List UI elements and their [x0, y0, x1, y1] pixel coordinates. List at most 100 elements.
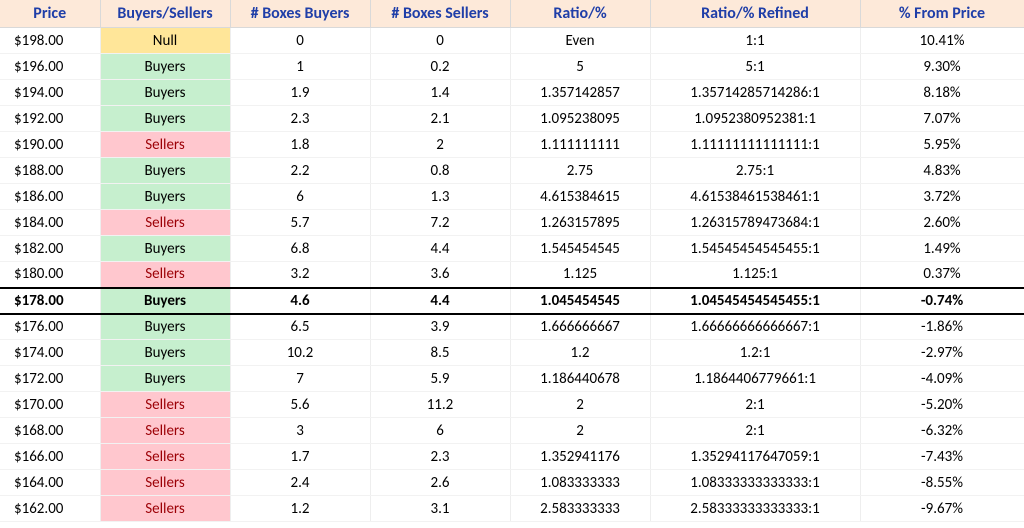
- table-row[interactable]: $162.00Sellers1.23.12.5833333332.5833333…: [0, 496, 1024, 522]
- col-ratio-refined[interactable]: Ratio/% Refined: [650, 0, 860, 28]
- cell-from-price[interactable]: -0.74%: [860, 288, 1024, 314]
- cell-from-price[interactable]: -2.97%: [860, 340, 1024, 366]
- cell-side[interactable]: Buyers: [100, 184, 230, 210]
- cell-price[interactable]: $166.00: [0, 444, 100, 470]
- cell-ratio-refined[interactable]: 2.75:1: [650, 158, 860, 184]
- cell-side[interactable]: Sellers: [100, 444, 230, 470]
- cell-ratio[interactable]: Even: [510, 28, 650, 54]
- cell-from-price[interactable]: 0.37%: [860, 262, 1024, 288]
- cell-price[interactable]: $196.00: [0, 54, 100, 80]
- cell-boxes-buyers[interactable]: 1.8: [230, 132, 370, 158]
- cell-boxes-sellers[interactable]: 3.9: [370, 314, 510, 340]
- cell-boxes-sellers[interactable]: 1.3: [370, 184, 510, 210]
- cell-price[interactable]: $190.00: [0, 132, 100, 158]
- cell-boxes-buyers[interactable]: 10.2: [230, 340, 370, 366]
- cell-boxes-sellers[interactable]: 5.9: [370, 366, 510, 392]
- cell-price[interactable]: $194.00: [0, 80, 100, 106]
- cell-side[interactable]: Null: [100, 28, 230, 54]
- cell-price[interactable]: $188.00: [0, 158, 100, 184]
- cell-from-price[interactable]: 2.60%: [860, 210, 1024, 236]
- cell-ratio-refined[interactable]: 2:1: [650, 392, 860, 418]
- col-boxes-buyers[interactable]: # Boxes Buyers: [230, 0, 370, 28]
- col-from-price[interactable]: % From Price: [860, 0, 1024, 28]
- cell-side[interactable]: Buyers: [100, 314, 230, 340]
- cell-ratio-refined[interactable]: 1.2:1: [650, 340, 860, 366]
- table-row[interactable]: $178.00Buyers4.64.41.0454545451.04545454…: [0, 288, 1024, 314]
- col-price[interactable]: Price: [0, 0, 100, 28]
- cell-boxes-buyers[interactable]: 1.9: [230, 80, 370, 106]
- cell-boxes-buyers[interactable]: 7: [230, 366, 370, 392]
- table-row[interactable]: $166.00Sellers1.72.31.3529411761.3529411…: [0, 444, 1024, 470]
- cell-price[interactable]: $182.00: [0, 236, 100, 262]
- table-row[interactable]: $186.00Buyers61.34.6153846154.6153846153…: [0, 184, 1024, 210]
- col-ratio[interactable]: Ratio/%: [510, 0, 650, 28]
- cell-ratio[interactable]: 1.095238095: [510, 106, 650, 132]
- cell-boxes-buyers[interactable]: 0: [230, 28, 370, 54]
- cell-price[interactable]: $172.00: [0, 366, 100, 392]
- cell-boxes-sellers[interactable]: 0.8: [370, 158, 510, 184]
- cell-ratio[interactable]: 1.357142857: [510, 80, 650, 106]
- cell-ratio-refined[interactable]: 1.0952380952381:1: [650, 106, 860, 132]
- cell-price[interactable]: $192.00: [0, 106, 100, 132]
- cell-boxes-buyers[interactable]: 6: [230, 184, 370, 210]
- cell-ratio[interactable]: 2: [510, 418, 650, 444]
- cell-from-price[interactable]: -5.20%: [860, 392, 1024, 418]
- cell-boxes-buyers[interactable]: 1.7: [230, 444, 370, 470]
- cell-price[interactable]: $198.00: [0, 28, 100, 54]
- cell-price[interactable]: $184.00: [0, 210, 100, 236]
- table-row[interactable]: $170.00Sellers5.611.222:1-5.20%: [0, 392, 1024, 418]
- cell-ratio[interactable]: 1.352941176: [510, 444, 650, 470]
- cell-from-price[interactable]: 3.72%: [860, 184, 1024, 210]
- cell-from-price[interactable]: -4.09%: [860, 366, 1024, 392]
- cell-ratio[interactable]: 1.545454545: [510, 236, 650, 262]
- cell-boxes-buyers[interactable]: 4.6: [230, 288, 370, 314]
- cell-boxes-sellers[interactable]: 3.1: [370, 496, 510, 522]
- cell-boxes-sellers[interactable]: 6: [370, 418, 510, 444]
- cell-ratio[interactable]: 5: [510, 54, 650, 80]
- cell-boxes-sellers[interactable]: 0.2: [370, 54, 510, 80]
- cell-ratio-refined[interactable]: 1.11111111111111:1: [650, 132, 860, 158]
- cell-ratio-refined[interactable]: 2.58333333333333:1: [650, 496, 860, 522]
- cell-boxes-sellers[interactable]: 7.2: [370, 210, 510, 236]
- cell-boxes-buyers[interactable]: 2.4: [230, 470, 370, 496]
- cell-ratio[interactable]: 4.615384615: [510, 184, 650, 210]
- cell-price[interactable]: $178.00: [0, 288, 100, 314]
- cell-side[interactable]: Buyers: [100, 106, 230, 132]
- cell-ratio-refined[interactable]: 1.125:1: [650, 262, 860, 288]
- cell-from-price[interactable]: -6.32%: [860, 418, 1024, 444]
- cell-side[interactable]: Buyers: [100, 340, 230, 366]
- table-row[interactable]: $180.00Sellers3.23.61.1251.125:10.37%: [0, 262, 1024, 288]
- cell-ratio-refined[interactable]: 2:1: [650, 418, 860, 444]
- cell-ratio[interactable]: 2.583333333: [510, 496, 650, 522]
- cell-boxes-sellers[interactable]: 2.6: [370, 470, 510, 496]
- cell-price[interactable]: $186.00: [0, 184, 100, 210]
- cell-side[interactable]: Buyers: [100, 80, 230, 106]
- cell-boxes-buyers[interactable]: 6.5: [230, 314, 370, 340]
- cell-from-price[interactable]: 8.18%: [860, 80, 1024, 106]
- cell-price[interactable]: $174.00: [0, 340, 100, 366]
- cell-side[interactable]: Sellers: [100, 496, 230, 522]
- cell-side[interactable]: Sellers: [100, 392, 230, 418]
- cell-ratio-refined[interactable]: 1.54545454545455:1: [650, 236, 860, 262]
- cell-ratio[interactable]: 1.666666667: [510, 314, 650, 340]
- cell-boxes-sellers[interactable]: 11.2: [370, 392, 510, 418]
- cell-boxes-sellers[interactable]: 0: [370, 28, 510, 54]
- cell-side[interactable]: Sellers: [100, 210, 230, 236]
- cell-price[interactable]: $180.00: [0, 262, 100, 288]
- cell-boxes-buyers[interactable]: 2.2: [230, 158, 370, 184]
- table-row[interactable]: $182.00Buyers6.84.41.5454545451.54545454…: [0, 236, 1024, 262]
- cell-ratio[interactable]: 2.75: [510, 158, 650, 184]
- cell-boxes-sellers[interactable]: 1.4: [370, 80, 510, 106]
- cell-boxes-buyers[interactable]: 1.2: [230, 496, 370, 522]
- cell-ratio-refined[interactable]: 1.35294117647059:1: [650, 444, 860, 470]
- cell-boxes-buyers[interactable]: 3.2: [230, 262, 370, 288]
- table-row[interactable]: $168.00Sellers3622:1-6.32%: [0, 418, 1024, 444]
- cell-ratio[interactable]: 1.125: [510, 262, 650, 288]
- cell-side[interactable]: Sellers: [100, 470, 230, 496]
- cell-boxes-sellers[interactable]: 3.6: [370, 262, 510, 288]
- cell-ratio[interactable]: 2: [510, 392, 650, 418]
- cell-boxes-buyers[interactable]: 5.6: [230, 392, 370, 418]
- cell-side[interactable]: Sellers: [100, 418, 230, 444]
- cell-boxes-buyers[interactable]: 6.8: [230, 236, 370, 262]
- cell-ratio-refined[interactable]: 1.08333333333333:1: [650, 470, 860, 496]
